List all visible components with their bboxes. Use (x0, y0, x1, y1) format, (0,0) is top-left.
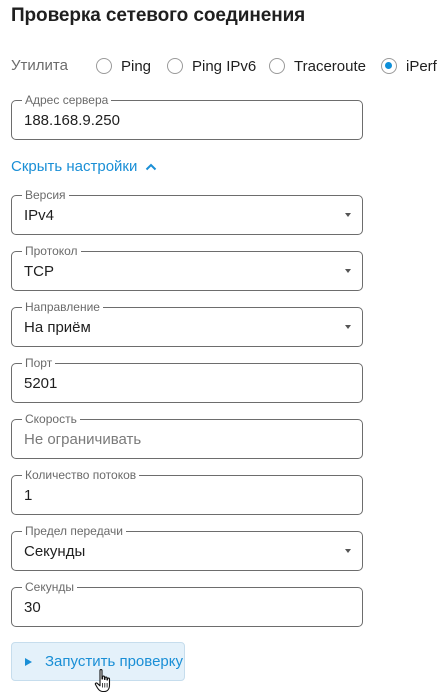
direction-label: Направление (22, 300, 103, 314)
dropdown-caret-icon[interactable] (345, 269, 351, 273)
protocol-value[interactable]: TCP (24, 263, 54, 280)
server-address-field[interactable]: Адрес сервера 188.168.9.250 (11, 93, 363, 140)
seconds-field[interactable]: Секунды 30 (11, 580, 363, 627)
server-address-label: Адрес сервера (22, 93, 112, 107)
radio-circle[interactable] (269, 58, 285, 74)
dropdown-caret-icon[interactable] (345, 549, 351, 553)
radio-circle[interactable] (167, 58, 183, 74)
utility-label: Утилита (11, 57, 68, 74)
dropdown-caret-icon[interactable] (345, 325, 351, 329)
hide-settings-toggle[interactable]: Скрыть настройки (11, 158, 157, 175)
direction-value[interactable]: На приём (24, 319, 91, 336)
direction-select[interactable]: Направление На приём (11, 300, 363, 347)
chevron-up-icon[interactable] (145, 163, 157, 171)
protocol-select[interactable]: Протокол TCP (11, 244, 363, 291)
radio-iperf[interactable]: iPerf (381, 55, 437, 77)
speed-field[interactable]: Скорость Не ограничивать (11, 412, 363, 459)
radio-ping-ipv6[interactable]: Ping IPv6 (167, 55, 256, 77)
port-value[interactable]: 5201 (24, 375, 57, 392)
transfer-limit-select[interactable]: Предел передачи Секунды (11, 524, 363, 571)
protocol-label: Протокол (22, 244, 81, 258)
hand-cursor-icon (94, 669, 111, 693)
radio-circle-selected[interactable] (381, 58, 397, 74)
streams-count-label: Количество потоков (22, 468, 140, 482)
streams-count-value[interactable]: 1 (24, 487, 32, 504)
port-field[interactable]: Порт 5201 (11, 356, 363, 403)
page-title: Проверка сетевого соединения (11, 5, 306, 26)
utility-selector: Утилита Ping Ping IPv6 Traceroute iPerf (11, 55, 448, 77)
seconds-value[interactable]: 30 (24, 599, 41, 616)
speed-placeholder[interactable]: Не ограничивать (24, 431, 141, 448)
speed-label: Скорость (22, 412, 80, 426)
version-select[interactable]: Версия IPv4 (11, 188, 363, 235)
server-address-value[interactable]: 188.168.9.250 (24, 112, 120, 129)
radio-traceroute[interactable]: Traceroute (269, 55, 366, 77)
seconds-label: Секунды (22, 580, 77, 594)
version-value[interactable]: IPv4 (24, 207, 54, 224)
hide-settings-label[interactable]: Скрыть настройки (11, 158, 137, 175)
radio-ping-ipv6-label[interactable]: Ping IPv6 (192, 58, 256, 75)
radio-ping-label[interactable]: Ping (121, 58, 151, 75)
radio-iperf-label[interactable]: iPerf (406, 58, 437, 75)
dropdown-caret-icon[interactable] (345, 213, 351, 217)
port-label: Порт (22, 356, 56, 370)
radio-circle[interactable] (96, 58, 112, 74)
radio-ping[interactable]: Ping (96, 55, 151, 77)
version-label: Версия (22, 188, 69, 202)
radio-traceroute-label[interactable]: Traceroute (294, 58, 366, 75)
transfer-limit-value[interactable]: Секунды (24, 543, 85, 560)
play-icon[interactable] (25, 657, 32, 666)
streams-count-field[interactable]: Количество потоков 1 (11, 468, 363, 515)
transfer-limit-label: Предел передачи (22, 524, 126, 538)
